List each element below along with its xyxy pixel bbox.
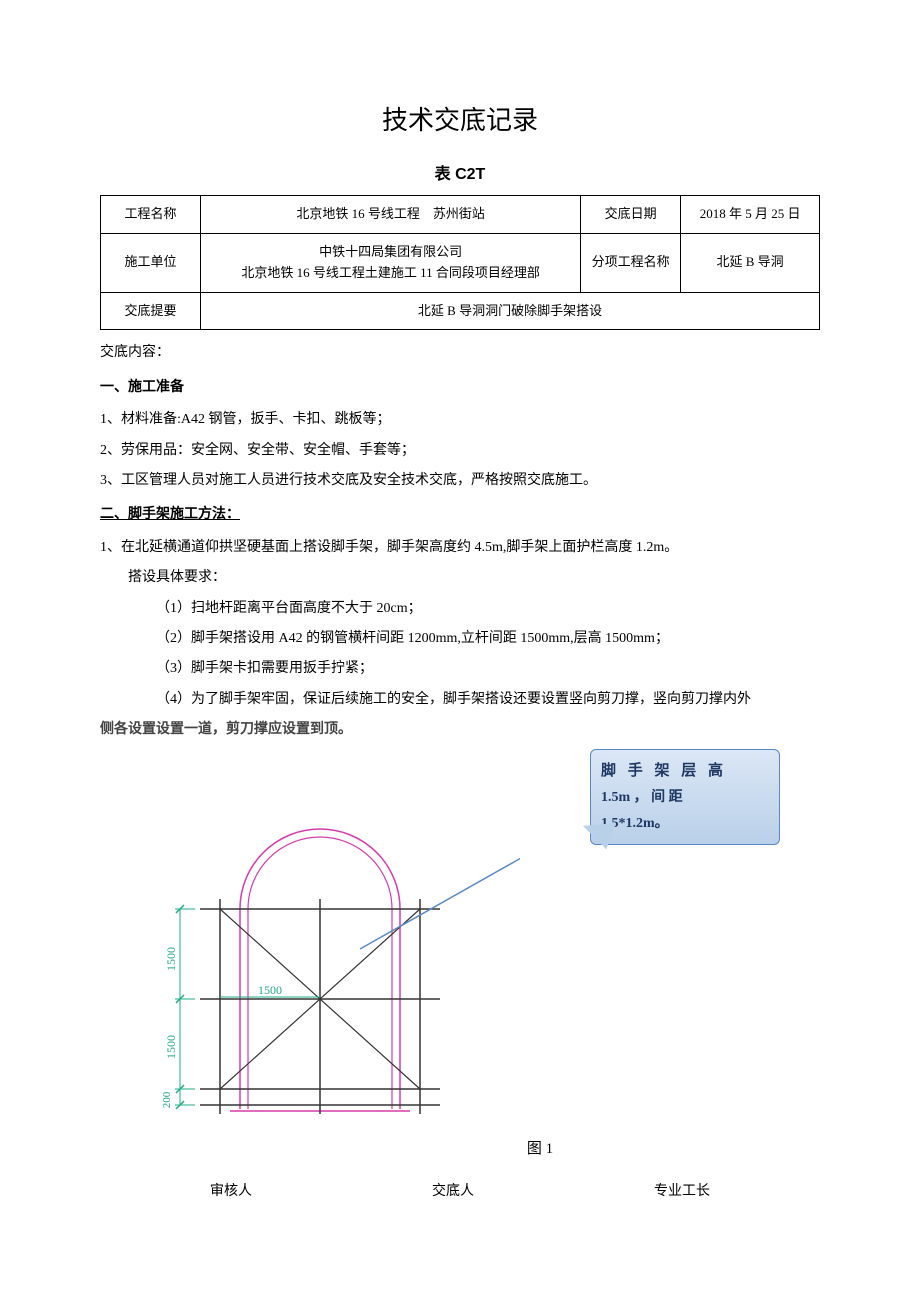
cell-summary: 北延 B 导洞洞门破除脚手架搭设 (201, 292, 820, 330)
cell-subproj: 北延 B 导洞 (681, 233, 820, 292)
table-row: 交底提要 北延 B 导洞洞门破除脚手架搭设 (101, 292, 820, 330)
sec2-item-2: （2）脚手架搭设用 A42 的钢管横杆间距 1200mm,立杆间距 1500mm… (156, 628, 820, 650)
sec2-item-4a: （4）为了脚手架牢固，保证后续施工的安全，脚手架搭设还要设置竖向剪刀撑，竖向剪刀… (156, 689, 820, 711)
section-2-heading: 二、脚手架施工方法： (100, 504, 820, 526)
sec1-item-2: 2、劳保用品：安全网、安全带、安全帽、手套等； (100, 440, 820, 462)
callout-line-2: 1.5m ， 间 距 (601, 785, 769, 810)
table-row: 施工单位 中铁十四局集团有限公司 北京地铁 16 号线工程土建施工 11 合同段… (101, 233, 820, 292)
sec2-para-2: 搭设具体要求： (128, 567, 820, 589)
cell-project-name: 北京地铁 16 号线工程 苏州街站 (201, 196, 581, 234)
dim-label-200: 200 (161, 1092, 173, 1109)
sec1-item-3: 3、工区管理人员对施工人员进行技术交底及安全技术交底，严格按照交底施工。 (100, 470, 820, 492)
figure-1-label: 图 1 (260, 1137, 820, 1161)
footer-foreman: 专业工长 (654, 1181, 710, 1203)
section-1-heading: 一、施工准备 (100, 377, 820, 399)
table-row: 工程名称 北京地铁 16 号线工程 苏州街站 交底日期 2018 年 5 月 2… (101, 196, 820, 234)
cell-unit: 中铁十四局集团有限公司 北京地铁 16 号线工程土建施工 11 合同段项目经理部 (201, 233, 581, 292)
page-title: 技术交底记录 (100, 100, 820, 142)
cell-date: 2018 年 5 月 25 日 (681, 196, 820, 234)
footer-sign-row: 审核人 交底人 专业工长 (100, 1181, 820, 1203)
callout-line-3: 1.5*1.2m。 (601, 811, 769, 836)
footer-reviewer: 审核人 (210, 1181, 252, 1203)
sec2-item-1: （1）扫地杆距离平台面高度不大于 20cm； (156, 598, 820, 620)
cell-subproj-label: 分项工程名称 (581, 233, 681, 292)
footer-disclosure: 交底人 (432, 1181, 474, 1203)
content-label: 交底内容： (100, 342, 820, 364)
cell-date-label: 交底日期 (581, 196, 681, 234)
table-number: 表 C2T (100, 162, 820, 188)
sec2-item-4b: 侧各设置设置一道，剪刀撑应设置到顶。 (100, 719, 820, 741)
diagram-figure-1: 脚 手 架 层 高 1.5m ， 间 距 1.5*1.2m。 (100, 749, 820, 1129)
info-table: 工程名称 北京地铁 16 号线工程 苏州街站 交底日期 2018 年 5 月 2… (100, 195, 820, 330)
dim-label-1500: 1500 (164, 947, 178, 971)
cell-unit-line2: 北京地铁 16 号线工程土建施工 11 合同段项目经理部 (207, 263, 574, 284)
callout-line-1: 脚 手 架 层 高 (601, 758, 769, 785)
callout-leader (360, 819, 520, 949)
sec2-item-3: （3）脚手架卡扣需要用扳手拧紧； (156, 658, 820, 680)
cell-project-name-label: 工程名称 (101, 196, 201, 234)
dim-label-1500: 1500 (164, 1035, 178, 1059)
cell-unit-label: 施工单位 (101, 233, 201, 292)
scaffold-diagram-svg: 1500 1500 200 1500 (120, 789, 520, 1129)
sec1-item-1: 1、材料准备:A42 钢管，扳手、卡扣、跳板等； (100, 409, 820, 431)
cell-summary-label: 交底提要 (101, 292, 201, 330)
cell-unit-line1: 中铁十四局集团有限公司 (207, 242, 574, 263)
sec2-para-1: 1、在北延横通道仰拱坚硬基面上搭设脚手架，脚手架高度约 4.5m,脚手架上面护栏… (100, 537, 820, 559)
dim-label-1500h: 1500 (258, 983, 282, 997)
diagram-callout: 脚 手 架 层 高 1.5m ， 间 距 1.5*1.2m。 (590, 749, 780, 844)
